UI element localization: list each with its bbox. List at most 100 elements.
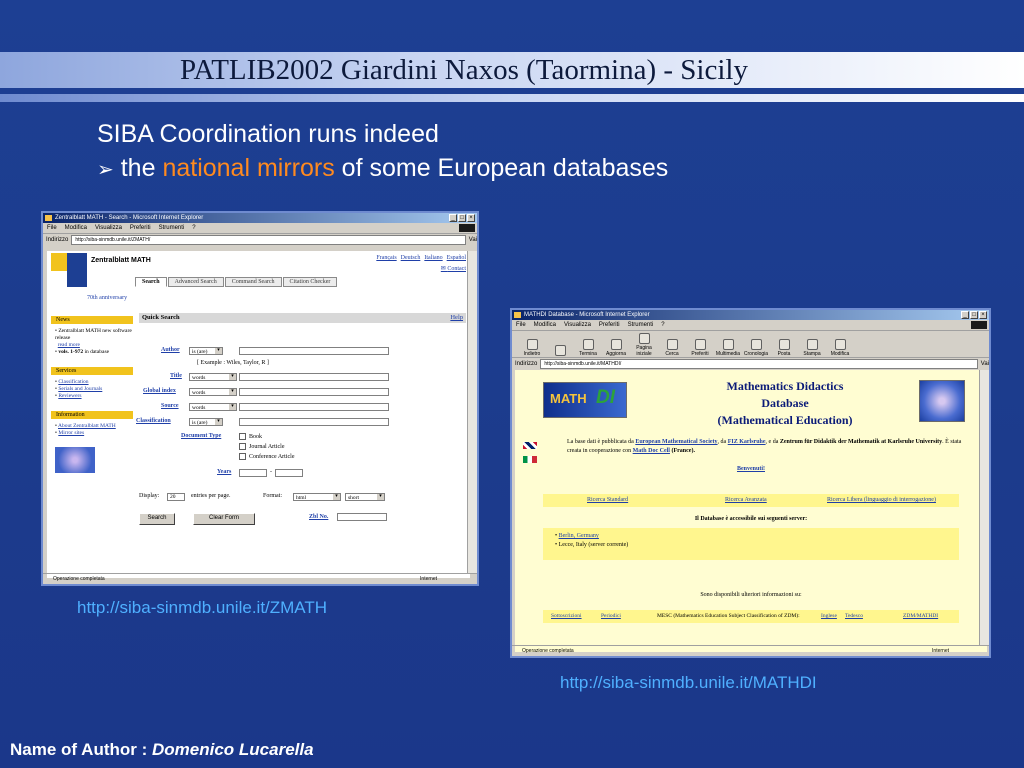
years-from-input[interactable] [239, 469, 267, 477]
title-input[interactable] [239, 373, 389, 381]
format-detail-select[interactable]: short [345, 493, 385, 501]
maximize-button[interactable]: □ [970, 311, 978, 319]
author-select[interactable]: is (are) [189, 347, 223, 355]
menu-strumenti[interactable]: Strumenti [628, 320, 654, 330]
benvenuti-link[interactable]: Benvenuti! [515, 466, 987, 472]
zdm-mathdi-link[interactable]: ZDM/MATHDI [903, 610, 938, 623]
classification-select[interactable]: is (are) [189, 418, 223, 426]
display-input[interactable]: 20 [167, 493, 185, 501]
menu-modifica[interactable]: Modifica [65, 223, 87, 233]
menu-modifica[interactable]: Modifica [534, 320, 556, 330]
lang-italiano[interactable]: Italiano [424, 255, 442, 261]
read-more-link[interactable]: read more [58, 342, 80, 348]
math-doc-cell-link[interactable]: Math Doc Cell [633, 448, 670, 454]
tab-citation-checker[interactable]: Citation Checker [282, 277, 338, 287]
sottoscrizioni-link[interactable]: Sottoscrizioni [551, 610, 582, 623]
ricerca-avanzata-link[interactable]: Ricerca Avanzata [725, 494, 767, 507]
about-link[interactable]: About Zentralblatt MATH [58, 423, 116, 429]
menu-preferiti[interactable]: Preferiti [599, 320, 620, 330]
classification-link[interactable]: Classification [58, 379, 88, 385]
doctype-conference-article[interactable]: Conference Article [239, 453, 294, 460]
maximize-button[interactable]: □ [458, 214, 466, 222]
go-button[interactable]: Vai [469, 234, 477, 246]
address-input[interactable]: http://siba-sinmdb.unile.it/MATHDI/ [540, 359, 978, 369]
mathdi-url-link[interactable]: http://siba-sinmdb.unile.it/MATHDI [560, 673, 817, 693]
search-button[interactable]: Cerca [658, 337, 686, 357]
server-berlin-link[interactable]: Berlin, Germany [559, 533, 599, 539]
ricerca-standard-link[interactable]: Ricerca Standard [587, 494, 628, 507]
tab-advanced-search[interactable]: Advanced Search [167, 277, 224, 287]
zbl-no-input[interactable] [337, 513, 387, 521]
close-button[interactable]: × [979, 311, 987, 319]
periodici-link[interactable]: Periodici [601, 610, 621, 623]
italy-flag-icon[interactable] [523, 456, 537, 463]
reviewers-link[interactable]: Reviewers [58, 393, 81, 399]
tab-search[interactable]: Search [135, 277, 167, 287]
doctype-book[interactable]: Book [239, 433, 262, 440]
edit-button[interactable]: Modifica [826, 337, 854, 357]
lang-deutsch[interactable]: Deutsch [401, 255, 421, 261]
minimize-button[interactable]: _ [449, 214, 457, 222]
menu-help[interactable]: ? [192, 223, 195, 233]
global-index-label[interactable]: Global index [143, 388, 176, 394]
history-button[interactable]: Cronologia [742, 337, 770, 357]
zmath-vertical-scrollbar[interactable] [467, 251, 477, 574]
menu-help[interactable]: ? [661, 320, 664, 330]
refresh-button[interactable]: Aggiorna [602, 337, 630, 357]
search-button[interactable]: Search [139, 513, 175, 525]
go-button[interactable]: Vai [981, 358, 989, 370]
favorites-button[interactable]: Preferiti [686, 337, 714, 357]
zbmath-logo-blue [67, 253, 87, 287]
zbl-no-label[interactable]: Zbl No. [309, 514, 328, 520]
lang-francais[interactable]: Français [376, 255, 396, 261]
mathdi-vertical-scrollbar[interactable] [979, 370, 989, 646]
source-label[interactable]: Source [161, 403, 179, 409]
media-button[interactable]: Multimedia [714, 337, 742, 357]
inglese-link[interactable]: Inglese [821, 610, 837, 623]
global-index-select[interactable]: words [189, 388, 237, 396]
serials-link[interactable]: Serials and Journals [58, 386, 102, 392]
classification-label[interactable]: Classification [136, 418, 171, 424]
tab-command-search[interactable]: Command Search [224, 277, 282, 287]
source-select[interactable]: words [189, 403, 237, 411]
mirror-sites-link[interactable]: Mirror sites [58, 430, 84, 436]
tedesco-link[interactable]: Tedesco [845, 610, 863, 623]
global-index-input[interactable] [239, 388, 389, 396]
address-input[interactable]: http://siba-sinmdb.unile.it/ZMATH/ [71, 235, 466, 245]
clear-form-button[interactable]: Clear Form [193, 513, 255, 525]
menu-preferiti[interactable]: Preferiti [130, 223, 151, 233]
ems-link[interactable]: European Mathematical Society [635, 439, 717, 445]
stop-button[interactable]: Termina [574, 337, 602, 357]
print-button[interactable]: Stampa [798, 337, 826, 357]
home-button[interactable]: Pagina iniziale [630, 331, 658, 357]
doctype-journal-article[interactable]: Journal Article [239, 443, 285, 450]
uk-flag-icon[interactable] [523, 442, 537, 449]
years-to-input[interactable] [275, 469, 303, 477]
format-select[interactable]: html [293, 493, 341, 501]
fiz-link[interactable]: FIZ Karlsruhe [728, 439, 766, 445]
close-button[interactable]: × [467, 214, 475, 222]
quick-search-header: Quick Search Help [139, 313, 466, 323]
help-link[interactable]: Help [450, 313, 463, 323]
menu-strumenti[interactable]: Strumenti [159, 223, 185, 233]
menu-visualizza[interactable]: Visualizza [95, 223, 122, 233]
ricerca-libera-link[interactable]: Ricerca Libera (linguaggio di interrogaz… [827, 494, 936, 507]
classification-input[interactable] [239, 418, 389, 426]
author-label[interactable]: Author [161, 347, 180, 353]
forward-button[interactable] [546, 343, 574, 357]
title-select[interactable]: words [189, 373, 237, 381]
author-input[interactable] [239, 347, 389, 355]
years-label[interactable]: Years [217, 469, 231, 475]
menu-file[interactable]: File [516, 320, 526, 330]
back-button[interactable]: Indietro [518, 337, 546, 357]
menu-visualizza[interactable]: Visualizza [564, 320, 591, 330]
contact-link[interactable]: ✉ Contact [441, 265, 466, 272]
mail-button[interactable]: Posta [770, 337, 798, 357]
zmath-url-link[interactable]: http://siba-sinmdb.unile.it/ZMATH [77, 598, 327, 618]
title-label[interactable]: Title [170, 373, 182, 379]
menu-file[interactable]: File [47, 223, 57, 233]
source-input[interactable] [239, 403, 389, 411]
minimize-button[interactable]: _ [961, 311, 969, 319]
lang-espanol[interactable]: Español [447, 255, 466, 261]
document-type-label[interactable]: Document Type [181, 433, 221, 439]
